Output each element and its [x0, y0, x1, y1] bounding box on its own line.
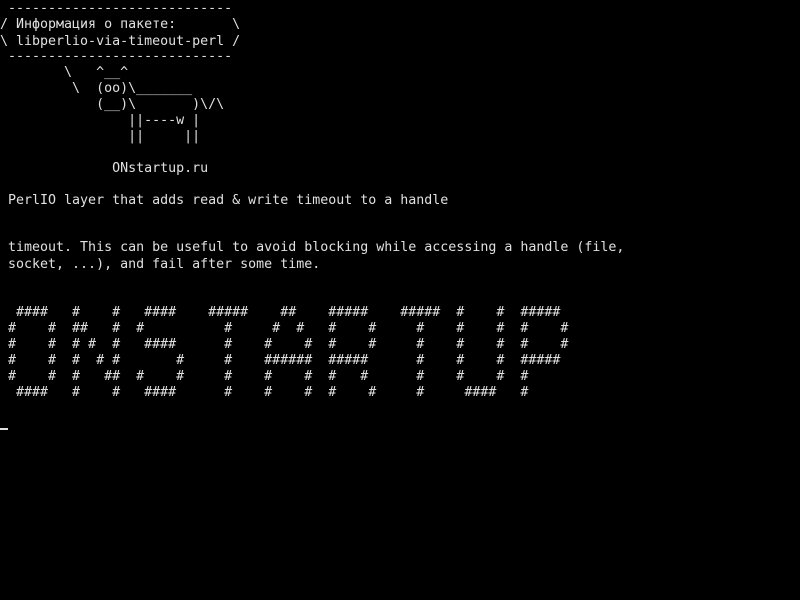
cowsay-bubble-top: ---------------------------- — [0, 1, 233, 16]
banner-line-6: #### # # #### # # # # # # #### # — [0, 385, 529, 400]
cow-ascii-line-3: (__)\ )\/\ — [0, 97, 225, 112]
text-cursor — [0, 428, 8, 430]
cowsay-bubble-line-2: \ libperlio-via-timeout-perl / — [0, 34, 241, 49]
package-summary: PerlIO layer that adds read & write time… — [0, 193, 449, 208]
package-description-line-2: socket, ...), and fail after some time. — [0, 257, 321, 272]
banner-line-2: # # ## # # # # # # # # # # # # — [0, 321, 569, 336]
cow-ascii-line-1: \ ^__^ — [0, 65, 129, 80]
cowsay-bubble-line-1: / Информация о пакете: \ — [0, 17, 241, 32]
package-description-line-1: timeout. This can be useful to avoid blo… — [0, 240, 625, 255]
site-label: ONstartup.ru — [0, 161, 209, 176]
cowsay-bubble-bottom: ---------------------------- — [0, 49, 233, 64]
banner-line-3: # # # # # #### # # # # # # # # # # — [0, 337, 569, 352]
banner-line-5: # # # ## # # # # # # # # # # # — [0, 369, 529, 384]
terminal-screen[interactable]: ---------------------------- / Информаци… — [0, 0, 800, 600]
cow-ascii-line-2: \ (oo)\_______ — [0, 81, 193, 96]
banner-line-1: #### # # #### ##### ## ##### ##### # # #… — [0, 305, 561, 320]
cow-ascii-line-4: ||----w | — [0, 113, 201, 128]
cow-ascii-line-5: || || — [0, 129, 201, 144]
banner-line-4: # # # # # # # ###### ##### # # # ##### — [0, 353, 561, 368]
